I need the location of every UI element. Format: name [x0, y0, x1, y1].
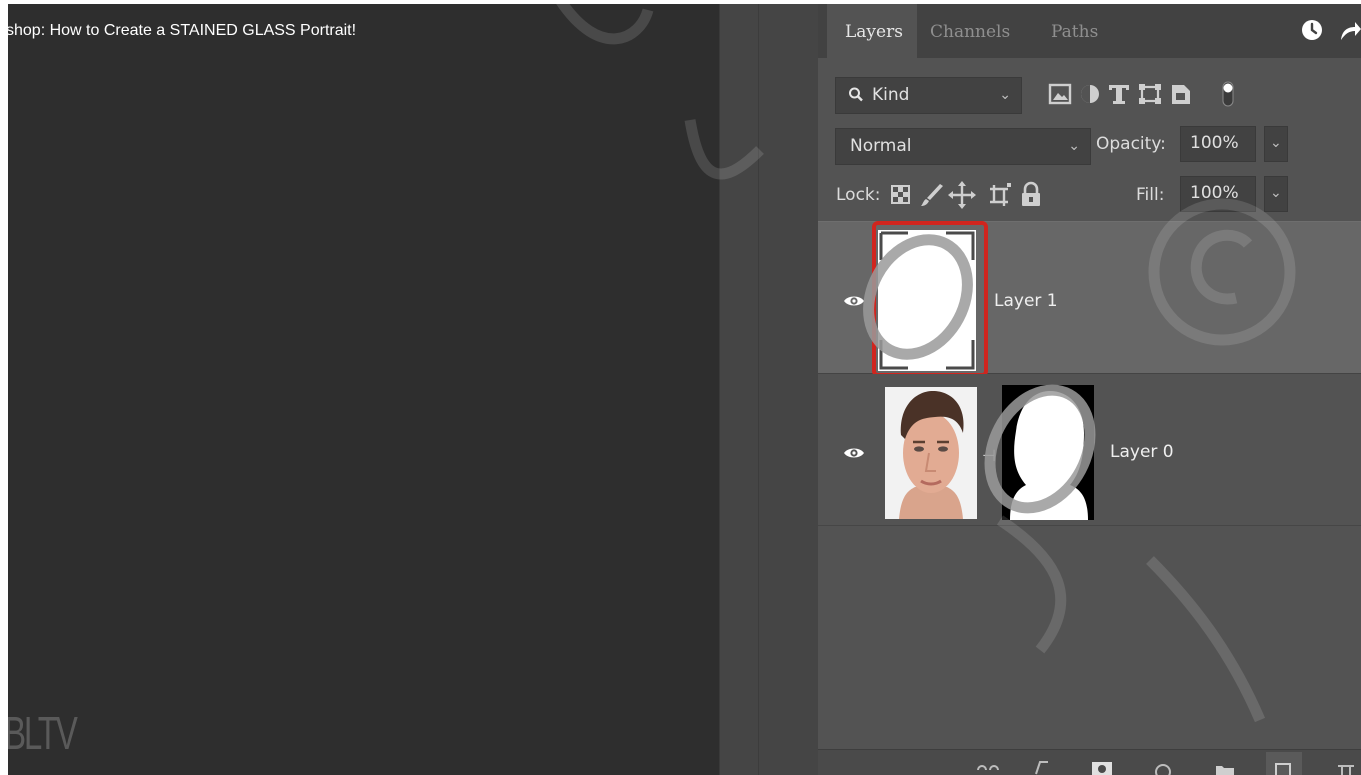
filter-toggle-icon[interactable]	[1222, 81, 1234, 107]
chevron-down-icon: ⌄	[1270, 135, 1282, 151]
type-filter-icon[interactable]	[1109, 85, 1129, 104]
opacity-slider-button[interactable]: ⌄	[1264, 126, 1288, 162]
layer-row-layer-1[interactable]: Layer 1	[818, 221, 1361, 377]
search-icon	[849, 87, 863, 102]
tab-layers[interactable]: Layers	[827, 4, 917, 58]
lock-paint-icon[interactable]	[921, 184, 943, 206]
layer-0-mask-thumbnail[interactable]	[1002, 385, 1094, 520]
dock-divider	[758, 4, 759, 775]
blend-mode-value: Normal	[850, 136, 912, 156]
lock-transparent-icon[interactable]	[891, 185, 910, 204]
layer-style-icon[interactable]	[1035, 761, 1048, 775]
adjustment-filter-icon[interactable]	[1081, 85, 1099, 103]
channel-logo: BLTV	[8, 707, 78, 759]
visibility-eye-icon[interactable]	[842, 293, 866, 309]
lock-move-icon[interactable]	[948, 181, 976, 209]
layer-name[interactable]: Layer 0	[1110, 442, 1174, 462]
smart-object-filter-icon[interactable]	[1172, 85, 1190, 104]
tab-layers-label: Layers	[845, 22, 903, 42]
photoshop-canvas-area: shop: How to Create a STAINED GLASS Port…	[8, 4, 719, 775]
new-group-icon[interactable]	[1216, 766, 1234, 775]
lock-all-icon[interactable]	[1022, 181, 1040, 206]
image-filter-icon[interactable]	[1048, 83, 1072, 105]
add-mask-icon[interactable]	[1092, 762, 1112, 775]
opacity-label: Opacity:	[1096, 134, 1166, 154]
video-top-icons	[1302, 20, 1361, 40]
layer-filter-icons	[1048, 81, 1234, 107]
video-player[interactable]: shop: How to Create a STAINED GLASS Port…	[8, 4, 1361, 775]
filter-kind-label: Kind	[872, 85, 910, 105]
layer-1-thumbnail[interactable]	[878, 230, 976, 371]
chevron-down-icon: ⌄	[1270, 185, 1282, 201]
fill-slider-button[interactable]: ⌄	[1264, 176, 1288, 212]
layer-0-portrait-thumbnail[interactable]	[885, 387, 977, 519]
tab-channels[interactable]: Channels	[930, 22, 1010, 42]
lock-artboard-icon[interactable]	[990, 183, 1011, 206]
chevron-down-icon: ⌄	[1068, 138, 1080, 154]
panel-tab-bar: Layers Channels Paths	[818, 4, 1361, 58]
lock-label: Lock:	[836, 185, 881, 205]
fill-value: 100%	[1190, 183, 1239, 203]
delete-layer-icon[interactable]	[1338, 765, 1354, 775]
layer-filter-dropdown[interactable]: Kind ⌄	[835, 77, 1022, 114]
clock-icon[interactable]	[1302, 20, 1322, 40]
new-layer-icon[interactable]	[1266, 752, 1302, 775]
lock-icons	[891, 181, 1040, 209]
blend-mode-dropdown[interactable]: Normal ⌄	[835, 128, 1091, 165]
layers-panel: Layers Channels Paths Kind ⌄ Normal ⌄ Op…	[818, 4, 1361, 775]
link-layers-icon[interactable]	[977, 765, 999, 771]
opacity-value: 100%	[1190, 133, 1239, 153]
tab-paths[interactable]: Paths	[1051, 22, 1098, 42]
opacity-input[interactable]: 100%	[1180, 126, 1256, 162]
visibility-eye-icon[interactable]	[842, 445, 866, 461]
video-title[interactable]: shop: How to Create a STAINED GLASS Port…	[8, 22, 356, 40]
fill-input[interactable]: 100%	[1180, 176, 1256, 212]
panel-dock-strip	[719, 4, 818, 775]
shape-filter-icon[interactable]	[1139, 84, 1161, 104]
layer-mask-link-icon[interactable]: ⊣	[982, 446, 996, 465]
screenshot-frame: shop: How to Create a STAINED GLASS Port…	[0, 0, 1361, 775]
adjustment-layer-icon[interactable]	[1155, 764, 1171, 775]
layer-name[interactable]: Layer 1	[994, 291, 1058, 311]
fill-label: Fill:	[1136, 185, 1165, 205]
share-arrow-icon[interactable]	[1341, 22, 1361, 40]
chevron-down-icon: ⌄	[999, 87, 1011, 103]
layers-panel-footer	[818, 749, 1361, 775]
layer-row-layer-0[interactable]: ⊣ Layer 0	[818, 374, 1361, 526]
